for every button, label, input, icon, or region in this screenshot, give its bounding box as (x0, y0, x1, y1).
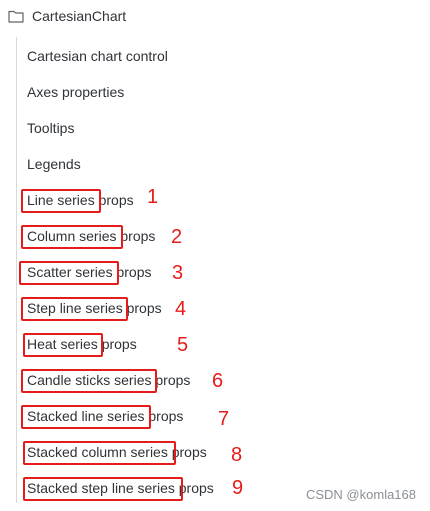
tree-item-stacked-column-series-props[interactable]: Stacked column series props (27, 441, 207, 463)
annotation-number-1: 1 (147, 186, 159, 208)
folder-label: CartesianChart (32, 8, 127, 24)
tree-item-scatter-series-props[interactable]: Scatter series props (27, 261, 152, 283)
tree-item-column-series-props[interactable]: Column series props (27, 225, 155, 247)
tree-item-candle-sticks-series-props[interactable]: Candle sticks series props (27, 369, 190, 391)
annotation-number-4: 4 (175, 298, 187, 320)
tree-item-line-series-props[interactable]: Line series props (27, 189, 134, 211)
annotation-number-2: 2 (171, 226, 183, 248)
annotation-number-8: 8 (231, 444, 243, 466)
annotation-number-3: 3 (172, 262, 184, 284)
tree-folder-cartesianchart[interactable]: CartesianChart (8, 5, 126, 27)
tree-item-stacked-step-line-series-props[interactable]: Stacked step line series props (27, 477, 214, 499)
tree-item-legends[interactable]: Legends (27, 153, 81, 175)
annotation-number-9: 9 (232, 477, 244, 499)
tree-item-axes-properties[interactable]: Axes properties (27, 81, 124, 103)
annotation-number-5: 5 (177, 334, 189, 356)
tree-item-heat-series-props[interactable]: Heat series props (27, 333, 137, 355)
tree-item-tooltips[interactable]: Tooltips (27, 117, 74, 139)
tree-item-cartesian-chart-control[interactable]: Cartesian chart control (27, 45, 168, 67)
annotation-number-6: 6 (212, 370, 224, 392)
folder-icon (8, 10, 24, 23)
tree-item-step-line-series-props[interactable]: Step line series props (27, 297, 162, 319)
tree-item-stacked-line-series-props[interactable]: Stacked line series props (27, 405, 183, 427)
annotation-number-7: 7 (218, 408, 230, 430)
watermark: CSDN @komla168 (305, 487, 416, 502)
tree-guide-line (16, 37, 17, 503)
